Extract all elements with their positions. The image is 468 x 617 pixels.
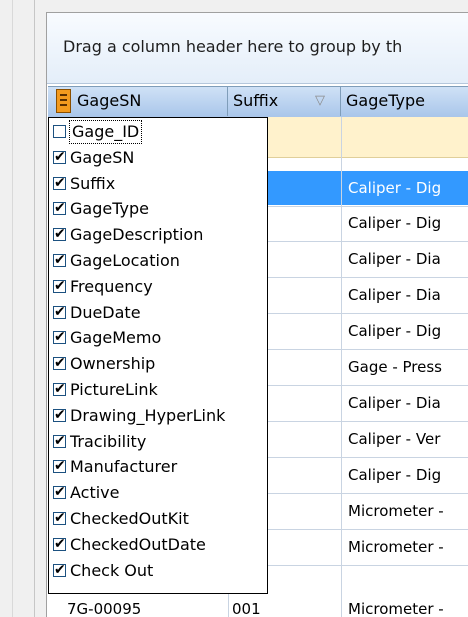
cell-gagetype[interactable]: Caliper - Dig xyxy=(341,458,468,492)
checkmark-icon: ✔ xyxy=(54,174,66,191)
checkmark-icon: ✔ xyxy=(54,329,66,346)
column-chooser-label: Active xyxy=(70,483,120,503)
checkmark-icon: ✔ xyxy=(54,200,66,217)
column-header-gagesn[interactable]: GageSN xyxy=(72,86,228,116)
column-chooser-label: Drawing_HyperLink xyxy=(70,405,226,425)
checkmark-icon: ✔ xyxy=(54,303,66,320)
checkmark-icon: ✔ xyxy=(54,355,66,372)
column-chooser-label: Ownership xyxy=(70,354,156,374)
cell-suffix[interactable]: 001 xyxy=(232,598,261,617)
checkmark-icon: ✔ xyxy=(54,484,66,501)
column-chooser-label: Tracibility xyxy=(70,431,147,451)
checkmark-icon: ✔ xyxy=(54,406,66,423)
column-chooser-label: GageLocation xyxy=(70,251,180,270)
cell-gagetype[interactable]: Caliper - Dig xyxy=(341,206,468,240)
cell-gagetype[interactable]: Caliper - Dia xyxy=(341,278,468,312)
cell-gagetype[interactable]: Caliper - Ver xyxy=(341,422,468,456)
cell-gagetype[interactable]: Micrometer - xyxy=(341,592,468,617)
checkmark-icon: ✔ xyxy=(54,458,66,475)
column-checkbox[interactable]: ✔ xyxy=(53,148,66,165)
column-checkbox[interactable]: ✔ xyxy=(53,303,66,320)
column-chooser-label: GageDescription xyxy=(70,225,204,245)
cell-gagetype[interactable]: Caliper - Dig xyxy=(341,171,468,205)
checkmark-icon: ✔ xyxy=(54,510,66,526)
column-chooser-label: GageMemo xyxy=(70,328,162,348)
column-divider xyxy=(341,117,342,617)
window-edge xyxy=(12,0,13,617)
screen: Drag a column header here to group by th… xyxy=(0,0,468,617)
column-chooser-label: Check Out xyxy=(70,560,154,580)
column-chooser-label: GageType xyxy=(70,199,149,219)
column-chooser-label: Gage_ID xyxy=(68,120,143,144)
column-checkbox[interactable]: ✔ xyxy=(53,226,66,243)
column-chooser-label: CheckedOutKit xyxy=(70,509,189,528)
column-chooser-label: GageSN xyxy=(70,147,135,167)
column-checkbox[interactable]: ✔ xyxy=(53,355,66,372)
checkmark-icon: ✔ xyxy=(54,252,66,268)
cell-gagesn[interactable]: 7G-00095 xyxy=(67,598,141,617)
group-by-hint: Drag a column header here to group by th xyxy=(63,37,403,56)
checkmark-icon: ✔ xyxy=(54,226,66,243)
column-chooser-label: PictureLink xyxy=(70,380,158,399)
column-checkbox[interactable]: ✔ xyxy=(53,277,66,294)
column-checkbox[interactable] xyxy=(53,125,66,138)
column-checkbox[interactable]: ✔ xyxy=(53,432,66,449)
checkmark-icon: ✔ xyxy=(54,535,66,552)
checkmark-icon: ✔ xyxy=(54,148,66,165)
cell-gagetype[interactable]: Caliper - Dia xyxy=(341,386,468,420)
column-checkbox[interactable]: ✔ xyxy=(53,484,66,501)
column-checkbox[interactable]: ✔ xyxy=(53,381,66,397)
checkmark-icon: ✔ xyxy=(54,561,66,578)
column-chooser-label: Frequency xyxy=(70,276,153,296)
column-checkbox[interactable]: ✔ xyxy=(53,458,66,475)
window-edge-inner xyxy=(34,0,35,617)
column-checkbox[interactable]: ✔ xyxy=(53,174,66,191)
column-header-gagetype[interactable]: GageType xyxy=(341,86,468,116)
checkmark-icon: ✔ xyxy=(54,432,66,449)
column-checkbox[interactable]: ✔ xyxy=(53,329,66,346)
cell-gagetype[interactable]: Caliper - Dia xyxy=(341,242,468,276)
cell-gagetype[interactable]: Caliper - Dig xyxy=(341,314,468,348)
column-checkbox[interactable]: ✔ xyxy=(53,406,66,423)
column-checkbox[interactable]: ✔ xyxy=(53,535,66,552)
column-chooser-popup: Gage_ID ✔ GageSN ✔ Suffix ✔ GageType ✔ GageDescr… xyxy=(48,117,268,594)
cell-gagetype[interactable]: Micrometer - xyxy=(341,494,468,528)
column-chooser-label: Manufacturer xyxy=(70,457,178,477)
cell-gagetype[interactable]: Gage - Press xyxy=(341,350,468,384)
column-checkbox[interactable]: ✔ xyxy=(53,510,66,526)
column-checkbox[interactable]: ✔ xyxy=(53,252,66,268)
column-chooser-label: Suffix xyxy=(70,173,116,193)
cell-gagetype[interactable]: Micrometer - xyxy=(341,530,468,564)
column-chooser-label: CheckedOutDate xyxy=(70,534,206,554)
checkmark-icon: ✔ xyxy=(54,381,66,397)
column-chooser-button[interactable] xyxy=(56,89,71,113)
column-chooser-label: DueDate xyxy=(70,302,141,322)
column-checkbox[interactable]: ✔ xyxy=(53,200,66,217)
checkmark-icon: ✔ xyxy=(54,277,66,294)
filter-icon[interactable]: ▽ xyxy=(315,93,325,108)
column-checkbox[interactable]: ✔ xyxy=(53,561,66,578)
